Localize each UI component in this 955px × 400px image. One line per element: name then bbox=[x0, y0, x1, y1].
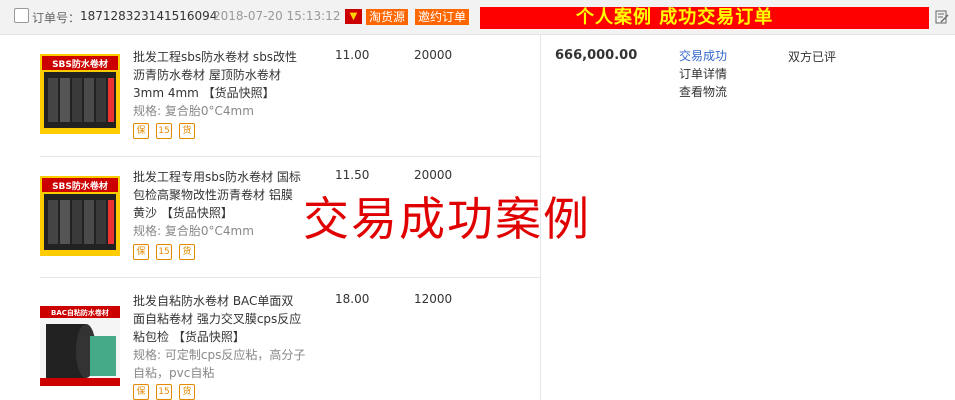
fifteen-day-icon[interactable]: 15 bbox=[156, 123, 172, 139]
quantity: 20000 bbox=[414, 168, 453, 182]
tag-taohuoyuan[interactable]: 淘货源 bbox=[366, 9, 409, 25]
service-badges: 保 15 货 bbox=[133, 384, 202, 400]
unit-price: 18.00 bbox=[335, 292, 370, 306]
row-divider bbox=[40, 277, 540, 278]
delivery-icon[interactable]: 货 bbox=[179, 123, 195, 139]
product-spec: 规格: 可定制cps反应粘，高分子自粘，pvc自粘 bbox=[133, 348, 306, 380]
snapshot-link[interactable]: 【货品快照】 bbox=[203, 86, 275, 100]
product-thumbnail[interactable]: BAC自粘防水卷材 bbox=[40, 306, 120, 386]
view-logistics-link[interactable]: 查看物流 bbox=[679, 83, 727, 101]
case-banner: 个人案例 成功交易订单 bbox=[480, 7, 929, 29]
order-total: 666,000.00 bbox=[555, 48, 638, 63]
quantity: 12000 bbox=[414, 292, 453, 306]
order-header: 订单号： 187128323141516094 2018-07-20 15:13… bbox=[0, 0, 955, 35]
service-badges: 保 15 货 bbox=[133, 244, 202, 260]
unit-price: 11.50 bbox=[335, 168, 370, 182]
case-watermark: 交易成功案例 bbox=[303, 192, 591, 246]
fifteen-day-icon[interactable]: 15 bbox=[156, 244, 172, 260]
fifteen-day-icon[interactable]: 15 bbox=[156, 384, 172, 400]
delivery-icon[interactable]: 货 bbox=[179, 384, 195, 400]
unit-price: 11.00 bbox=[335, 48, 370, 62]
product-thumbnail[interactable]: SBS防水卷材 bbox=[40, 176, 120, 256]
flag-icon: ▼ bbox=[345, 9, 362, 24]
order-number-label: 订单号： bbox=[32, 11, 81, 25]
thumb-label: BAC自粘防水卷材 bbox=[51, 308, 109, 317]
thumb-label: SBS防水卷材 bbox=[52, 180, 108, 192]
guarantee-icon[interactable]: 保 bbox=[133, 123, 149, 139]
snapshot-link[interactable]: 【货品快照】 bbox=[161, 206, 233, 220]
order-item: BAC自粘防水卷材 批发自粘防水卷材 BAC单面双面自粘卷材 强力交叉膜cps反… bbox=[40, 292, 540, 400]
row-divider bbox=[40, 156, 540, 157]
service-badges: 保 15 货 bbox=[133, 123, 202, 139]
order-item: SBS防水卷材 批发工程sbs防水卷材 sbs改性沥青防水卷材 屋顶防水卷材3m… bbox=[40, 48, 540, 156]
product-thumbnail[interactable]: SBS防水卷材 bbox=[40, 54, 120, 134]
review-status: 双方已评 bbox=[788, 50, 837, 64]
delivery-icon[interactable]: 货 bbox=[179, 244, 195, 260]
quantity: 20000 bbox=[414, 48, 453, 62]
trade-success-link[interactable]: 交易成功 bbox=[679, 47, 727, 65]
snapshot-link[interactable]: 【货品快照】 bbox=[173, 330, 245, 344]
guarantee-icon[interactable]: 保 bbox=[133, 244, 149, 260]
product-title[interactable]: 批发工程sbs防水卷材 sbs改性沥青防水卷材 屋顶防水卷材3mm 4mm 【货… bbox=[133, 48, 303, 102]
order-datetime: 2018-07-20 15:13:12 bbox=[213, 9, 341, 23]
thumb-label: SBS防水卷材 bbox=[52, 58, 108, 70]
product-spec: 规格: 复合胎0°C4mm bbox=[133, 224, 254, 238]
edit-note-icon[interactable] bbox=[935, 10, 949, 24]
order-detail-link[interactable]: 订单详情 bbox=[679, 65, 727, 83]
product-spec: 规格: 复合胎0°C4mm bbox=[133, 104, 254, 118]
order-checkbox[interactable] bbox=[14, 8, 29, 23]
product-title[interactable]: 批发工程专用sbs防水卷材 国标包检高聚物改性沥青卷材 铝膜黄沙 【货品快照】 bbox=[133, 168, 303, 222]
guarantee-icon[interactable]: 保 bbox=[133, 384, 149, 400]
product-title[interactable]: 批发自粘防水卷材 BAC单面双面自粘卷材 强力交叉膜cps反应粘包检 【货品快照… bbox=[133, 292, 303, 346]
tag-invite-order[interactable]: 邀约订单 bbox=[415, 9, 470, 25]
order-number: 187128323141516094 bbox=[80, 9, 218, 23]
